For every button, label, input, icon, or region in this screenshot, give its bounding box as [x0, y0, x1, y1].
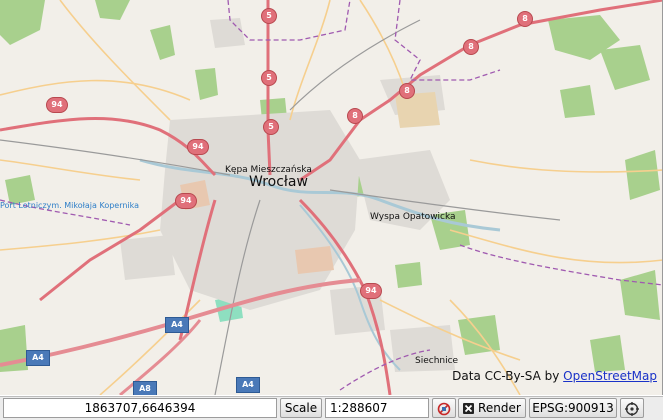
road-shield-8: 8: [399, 83, 415, 99]
render-label: Render: [478, 401, 521, 415]
kepa-label: Kępa Mieszczańska: [225, 165, 312, 175]
airport-label: Port Lotniczym. Mikołaja Kopernika: [0, 201, 140, 210]
no-entry-icon: [437, 402, 451, 415]
attribution-text: Data CC-By-SA by: [452, 369, 564, 383]
road-shield-5: 5: [261, 70, 277, 86]
map-toolbar: Scale Render EPSG:900913: [0, 396, 663, 420]
road-shield-94: 94: [46, 97, 68, 113]
road-shield-8: 8: [463, 39, 479, 55]
openstreetmap-link[interactable]: OpenStreetMap: [563, 369, 657, 383]
road-shield-5: 5: [261, 8, 277, 24]
road-shield-a4: A4: [26, 350, 50, 366]
map-canvas[interactable]: [0, 0, 663, 395]
road-shield-8: 8: [347, 108, 363, 124]
crosshair-icon: [625, 401, 639, 416]
road-shield-8: 8: [517, 11, 533, 27]
road-shield-5: 5: [263, 119, 279, 135]
wyspa-label: Wyspa Opatowicka: [370, 212, 456, 222]
locate-button[interactable]: [620, 398, 644, 418]
road-shield-94: 94: [360, 283, 382, 299]
scale-input[interactable]: [325, 398, 429, 418]
map-attribution: Data CC-By-SA by OpenStreetMap: [452, 369, 657, 383]
road-shield-94: 94: [175, 193, 197, 209]
road-shield-a8: A8: [133, 381, 157, 395]
close-x-icon: [463, 403, 475, 414]
road-shield-94: 94: [187, 139, 209, 155]
clear-button[interactable]: [432, 398, 456, 418]
render-button[interactable]: Render: [458, 398, 526, 418]
siechnice-label: Siechnice: [415, 356, 459, 366]
map-viewport[interactable]: Wrocław Kępa Mieszczańska Wyspa Opatowic…: [0, 0, 663, 395]
city-label: Wrocław: [249, 174, 308, 190]
scale-button[interactable]: Scale: [280, 398, 322, 418]
road-shield-a4: A4: [236, 377, 260, 393]
projection-button[interactable]: EPSG:900913: [529, 398, 617, 418]
road-shield-a4: A4: [165, 317, 189, 333]
coordinates-field[interactable]: [3, 398, 277, 418]
